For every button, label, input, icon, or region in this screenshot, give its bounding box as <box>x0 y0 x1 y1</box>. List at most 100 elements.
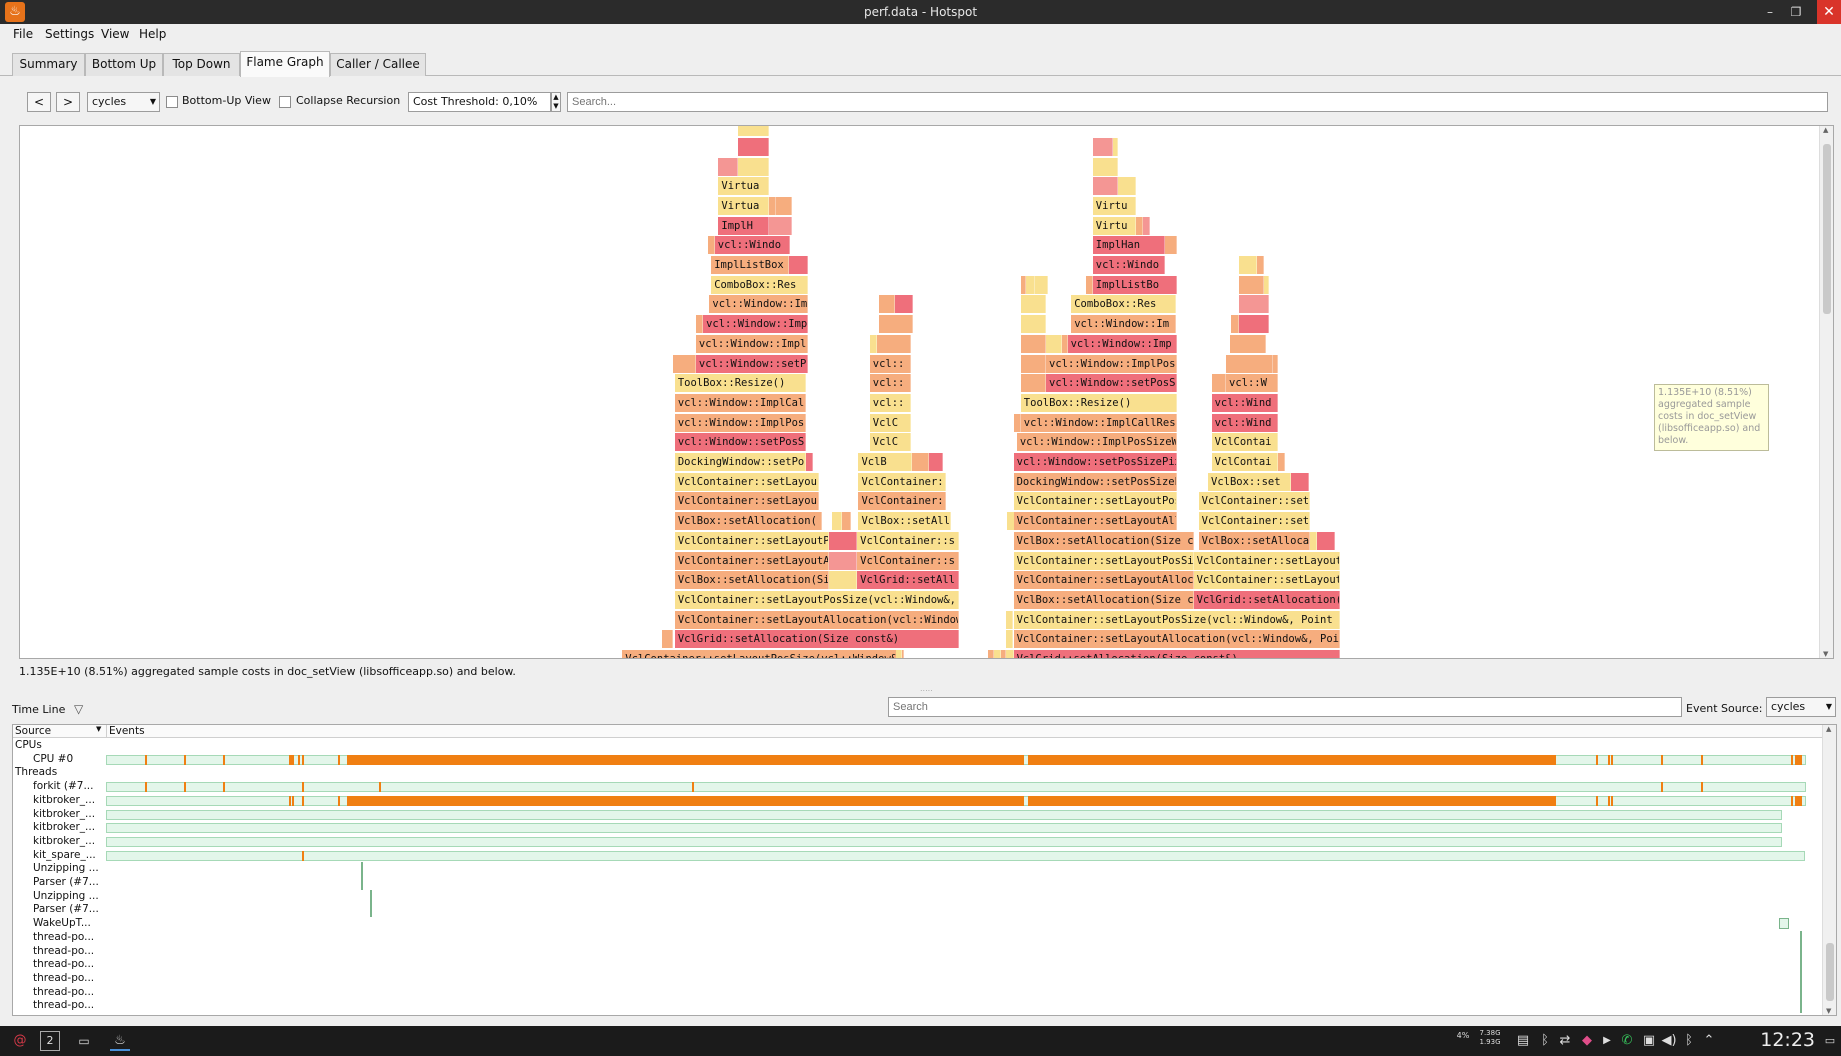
scroll-down-icon[interactable]: ▼ <box>1826 1007 1831 1015</box>
flame-frame[interactable] <box>869 334 877 353</box>
event-tick[interactable] <box>379 782 382 793</box>
spin-up-icon[interactable]: ▲ <box>553 93 558 101</box>
flame-frame[interactable] <box>876 334 912 353</box>
timeline-row[interactable]: thread-po... <box>13 930 1823 945</box>
flame-frame[interactable]: vcl::Window::ImplPosS <box>1046 354 1177 373</box>
flame-frame[interactable] <box>841 512 851 531</box>
flame-frame[interactable] <box>768 216 793 235</box>
collapse-recursion-checkbox[interactable] <box>279 96 291 108</box>
flame-frame[interactable] <box>806 453 814 471</box>
flame-frame[interactable]: vcl::Window::Imp <box>1067 334 1177 353</box>
event-tick[interactable] <box>184 754 187 765</box>
event-marker[interactable] <box>369 903 372 918</box>
event-marker[interactable] <box>369 889 372 904</box>
flame-frame[interactable]: VclContainer: <box>858 472 946 491</box>
event-tick[interactable] <box>298 754 301 765</box>
event-source-select[interactable]: cycles ▼ <box>1766 697 1836 717</box>
flame-frame[interactable]: VclContainer::setLayoutA <box>674 551 829 570</box>
flame-frame[interactable]: VclGrid::setAllocation(! <box>1193 590 1340 609</box>
flame-frame[interactable]: VclGrid::setAllocation(Size const&) <box>674 630 959 649</box>
flame-frame[interactable]: DockingWindow::setPo <box>674 453 807 471</box>
flame-frame[interactable]: vcl::Window::ImplPosSizeWir <box>1016 433 1177 452</box>
flame-frame[interactable]: ToolBox::Resize() <box>674 374 807 393</box>
event-tick[interactable] <box>292 754 295 765</box>
event-marker[interactable] <box>1800 999 1803 1014</box>
flame-frame[interactable] <box>828 531 858 550</box>
event-bar[interactable] <box>347 754 1024 765</box>
bottom-up-checkbox[interactable] <box>166 96 178 108</box>
flame-frame[interactable] <box>1278 453 1286 471</box>
event-tick[interactable] <box>301 754 304 765</box>
spin-down-icon[interactable]: ▼ <box>553 102 558 110</box>
timeline-row[interactable]: kitbroker_... <box>13 821 1823 835</box>
timeline-row[interactable]: kitbroker_... <box>13 835 1823 849</box>
flame-frame[interactable]: VclC <box>869 433 912 452</box>
event-tick[interactable] <box>145 754 148 765</box>
events-column-header[interactable]: Events <box>106 725 145 737</box>
menu-view[interactable]: View <box>101 27 129 41</box>
back-button[interactable]: < <box>27 92 51 112</box>
event-track[interactable] <box>106 850 1806 861</box>
flame-frame[interactable]: VclBox::setAllocation(Size co <box>1013 531 1194 550</box>
flame-frame[interactable]: VclContainer::set <box>1198 512 1311 531</box>
workspace-switcher[interactable]: 2 <box>40 1031 60 1051</box>
flame-graph[interactable]: VclContainer::setLayoutPosSize(vcl::Wind… <box>19 125 1834 659</box>
timeline-row[interactable]: Parser (#7... <box>13 903 1823 918</box>
flame-frame[interactable]: VclBox::set <box>1208 472 1291 491</box>
flame-frame[interactable] <box>987 650 995 658</box>
flame-frame[interactable]: vcl::Window::setPosSi <box>674 433 807 452</box>
event-tick[interactable] <box>691 782 694 793</box>
event-tick[interactable] <box>289 795 292 806</box>
flame-frame[interactable] <box>672 354 696 373</box>
flame-frame[interactable] <box>1006 610 1013 629</box>
flame-frame[interactable] <box>768 196 776 215</box>
flame-frame[interactable]: Virtu <box>1092 196 1136 215</box>
event-marker[interactable] <box>360 876 363 890</box>
app-tray-icon[interactable]: ◆ <box>1578 1031 1596 1051</box>
flame-frame[interactable]: VclContainer::setLayou <box>674 472 820 491</box>
event-track[interactable] <box>106 782 1806 793</box>
filter-icon[interactable]: ▽ <box>74 702 83 716</box>
flame-frame[interactable]: VclContainer::setLayout <box>1193 571 1340 590</box>
flame-frame[interactable] <box>1231 315 1239 334</box>
event-tick[interactable] <box>1791 795 1794 806</box>
event-tick[interactable] <box>184 782 187 793</box>
flame-frame[interactable] <box>1118 177 1136 196</box>
flame-frame[interactable] <box>1143 216 1151 235</box>
flame-frame[interactable]: VclContainer::setLayou <box>674 492 820 511</box>
flame-frame[interactable]: vcl:: <box>869 374 912 393</box>
flame-frame[interactable]: VclContainer::setLayoutPos <box>1013 492 1177 511</box>
flame-frame[interactable]: VclContainer::setLayoutPosSi <box>1013 551 1194 570</box>
flame-frame[interactable] <box>1136 216 1144 235</box>
minimize-button[interactable]: – <box>1761 3 1779 21</box>
flame-frame[interactable] <box>912 453 929 471</box>
flame-frame[interactable]: vcl::Wind <box>1211 393 1279 412</box>
flame-frame[interactable]: vcl::Windo <box>714 236 791 255</box>
timeline-row[interactable]: WakeUpT... <box>13 917 1823 931</box>
event-tick[interactable] <box>301 782 304 793</box>
flame-frame[interactable] <box>718 157 739 176</box>
flame-frame[interactable] <box>1238 275 1264 294</box>
play-icon[interactable]: ▶ <box>1600 1031 1614 1051</box>
flame-frame[interactable] <box>1026 275 1036 294</box>
flame-frame[interactable] <box>1310 531 1317 550</box>
flame-frame[interactable] <box>695 315 704 334</box>
share-icon[interactable]: ⇄ <box>1556 1031 1574 1051</box>
flame-frame[interactable] <box>707 236 715 255</box>
event-box[interactable] <box>1778 918 1789 930</box>
flame-frame[interactable] <box>1085 275 1093 294</box>
flame-frame[interactable] <box>928 453 944 471</box>
event-track[interactable] <box>106 823 1783 834</box>
timeline-row[interactable]: thread-po... <box>13 971 1823 986</box>
flame-frame[interactable]: VclBox::setAllocation(Si <box>674 571 829 590</box>
menu-settings[interactable]: Settings <box>45 27 94 41</box>
flame-frame[interactable]: vcl::Window::Impl <box>695 334 809 353</box>
event-tick[interactable] <box>337 754 340 765</box>
flame-frame[interactable]: VclContainer::setLayoutAll <box>1013 512 1177 531</box>
flame-frame[interactable]: vcl:: <box>869 393 912 412</box>
event-tick[interactable] <box>145 782 148 793</box>
flame-frame[interactable] <box>1020 374 1046 393</box>
flame-frame[interactable] <box>1256 256 1264 274</box>
event-marker[interactable] <box>1800 985 1803 1000</box>
flame-frame[interactable] <box>1164 236 1178 255</box>
